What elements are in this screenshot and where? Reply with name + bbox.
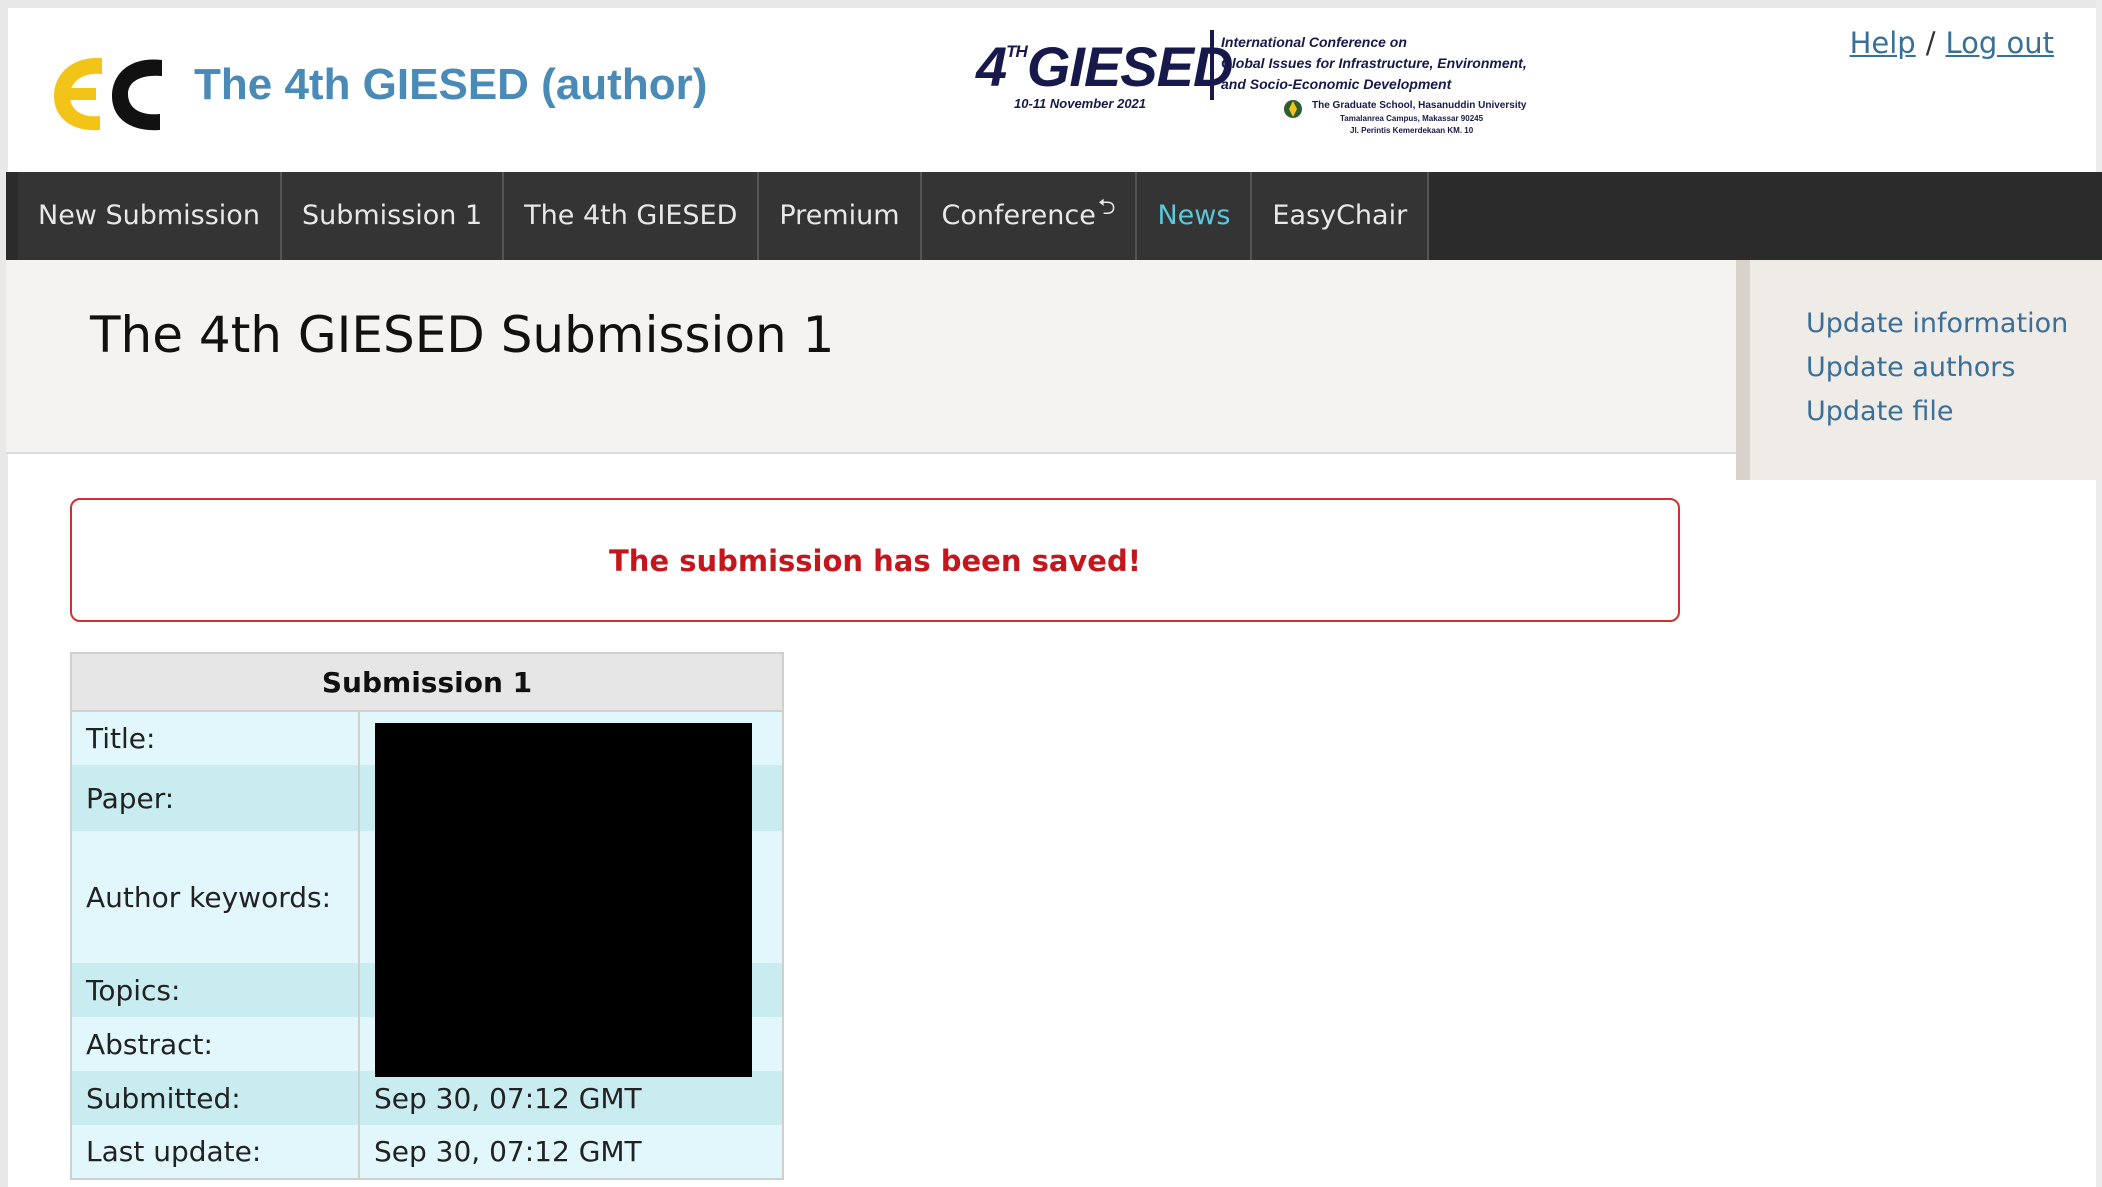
university-seal-icon [1284, 100, 1302, 118]
redaction-block [375, 723, 752, 1077]
logout-link[interactable]: Log out [1945, 26, 2054, 60]
banner-address: Tamalanrea Campus, Makassar 90245 [1340, 114, 1484, 123]
return-arrow-icon: ⮌ [1097, 195, 1116, 220]
table-header-row: Submission 1 [71, 653, 783, 712]
table-header: Submission 1 [71, 653, 783, 712]
row-value-submitted: Sep 30, 07:12 GMT [359, 1071, 783, 1125]
banner-name: GIESED [1026, 35, 1234, 98]
banner-address: Jl. Perintis Kemerdekaan KM. 10 [1350, 126, 1474, 135]
row-label-submitted: Submitted: [71, 1071, 360, 1125]
update-file-link[interactable]: Update file [1806, 396, 1954, 427]
nav-premium[interactable]: Premium [759, 172, 922, 260]
table-row: Last update: Sep 30, 07:12 GMT [71, 1125, 783, 1179]
nav-conference-label: Conference [941, 200, 1096, 231]
nav-menu: New Submission Submission 1 The 4th GIES… [18, 172, 1430, 260]
banner-title: 4THGIESED [976, 34, 1234, 99]
nav-easychair[interactable]: EasyChair [1252, 172, 1430, 260]
easychair-logo-icon [54, 57, 162, 131]
update-authors-link[interactable]: Update authors [1806, 352, 2015, 383]
nav-submission-1[interactable]: Submission 1 [281, 172, 505, 260]
row-label-paper: Paper: [71, 765, 360, 831]
nav-news[interactable]: News [1137, 172, 1253, 260]
row-label-title: Title: [71, 711, 360, 765]
row-value-last-update: Sep 30, 07:12 GMT [359, 1125, 783, 1179]
page-title: The 4th GIESED Submission 1 [90, 306, 835, 364]
nav-the-4th-giesed[interactable]: The 4th GIESED [504, 172, 760, 260]
update-information-link[interactable]: Update information [1806, 308, 2068, 339]
table-row: Submitted: Sep 30, 07:12 GMT [71, 1071, 783, 1125]
row-label-abstract: Abstract: [71, 1017, 360, 1071]
banner-divider [1210, 30, 1214, 100]
banner-line: and Socio-Economic Development [1221, 76, 1452, 92]
banner-number: 4 [976, 35, 1007, 98]
row-label-last-update: Last update: [71, 1125, 360, 1179]
banner-description: International Conference on Global Issue… [1221, 32, 1527, 95]
banner-school: The Graduate School, Hasanuddin Universi… [1312, 100, 1527, 111]
banner-line: International Conference on [1221, 34, 1407, 50]
success-message-box: The submission has been saved! [70, 498, 1680, 622]
page-header: The 4th GIESED Submission 1 [6, 260, 1736, 454]
screen-edge-top [0, 0, 2102, 8]
nav-new-submission[interactable]: New Submission [18, 172, 282, 260]
success-message: The submission has been saved! [609, 544, 1141, 578]
row-label-keywords: Author keywords: [71, 831, 360, 963]
app-title: The 4th GIESED (author) [194, 60, 708, 109]
main-navbar: New Submission Submission 1 The 4th GIES… [6, 172, 2102, 260]
side-menu: Update information Update authors Update… [1736, 260, 2102, 480]
row-label-topics: Topics: [71, 963, 360, 1017]
help-link[interactable]: Help [1850, 26, 1916, 60]
top-links: Help / Log out [1850, 26, 2054, 60]
banner-sup: TH [1006, 42, 1028, 61]
banner-dates: 10-11 November 2021 [1014, 96, 1147, 111]
banner-line: Global Issues for Infrastructure, Enviro… [1221, 55, 1527, 71]
nav-conference[interactable]: Conference⮌ [921, 172, 1138, 260]
link-separator: / [1925, 26, 1936, 60]
conference-banner: 4THGIESED 10-11 November 2021 Internatio… [970, 26, 1570, 148]
